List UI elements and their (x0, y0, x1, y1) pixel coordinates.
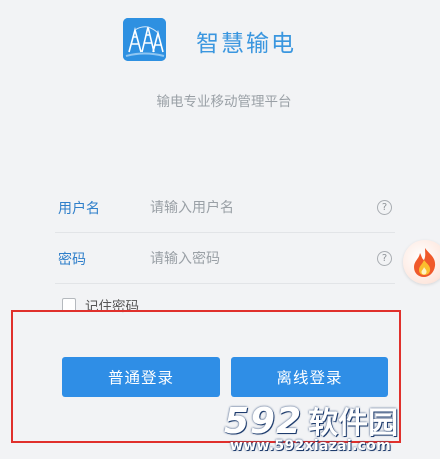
password-row: 密码 ? (55, 234, 395, 284)
username-input[interactable] (150, 199, 377, 216)
question-circle-icon[interactable]: ? (377, 251, 392, 266)
app-logo (123, 18, 166, 61)
question-circle-icon[interactable]: ? (377, 200, 392, 215)
normal-login-button[interactable]: 普通登录 (62, 357, 220, 397)
app-subtitle: 输电专业移动管理平台 (156, 94, 292, 110)
flame-avatar-icon[interactable] (403, 240, 440, 284)
app-title: 智慧输电 (196, 31, 296, 57)
username-label: 用户名 (58, 200, 100, 217)
password-label: 密码 (58, 251, 86, 268)
watermark-text: 软件园 (308, 406, 399, 441)
watermark: 592 软件园 www.592xiazai.com (222, 398, 436, 456)
watermark-number: 592 (224, 401, 303, 442)
watermark-url: www.592xiazai.com (230, 438, 392, 454)
username-row: 用户名 ? (55, 183, 395, 233)
offline-login-button[interactable]: 离线登录 (231, 357, 388, 397)
password-input[interactable] (150, 250, 377, 267)
transmission-tower-icon (123, 18, 166, 61)
